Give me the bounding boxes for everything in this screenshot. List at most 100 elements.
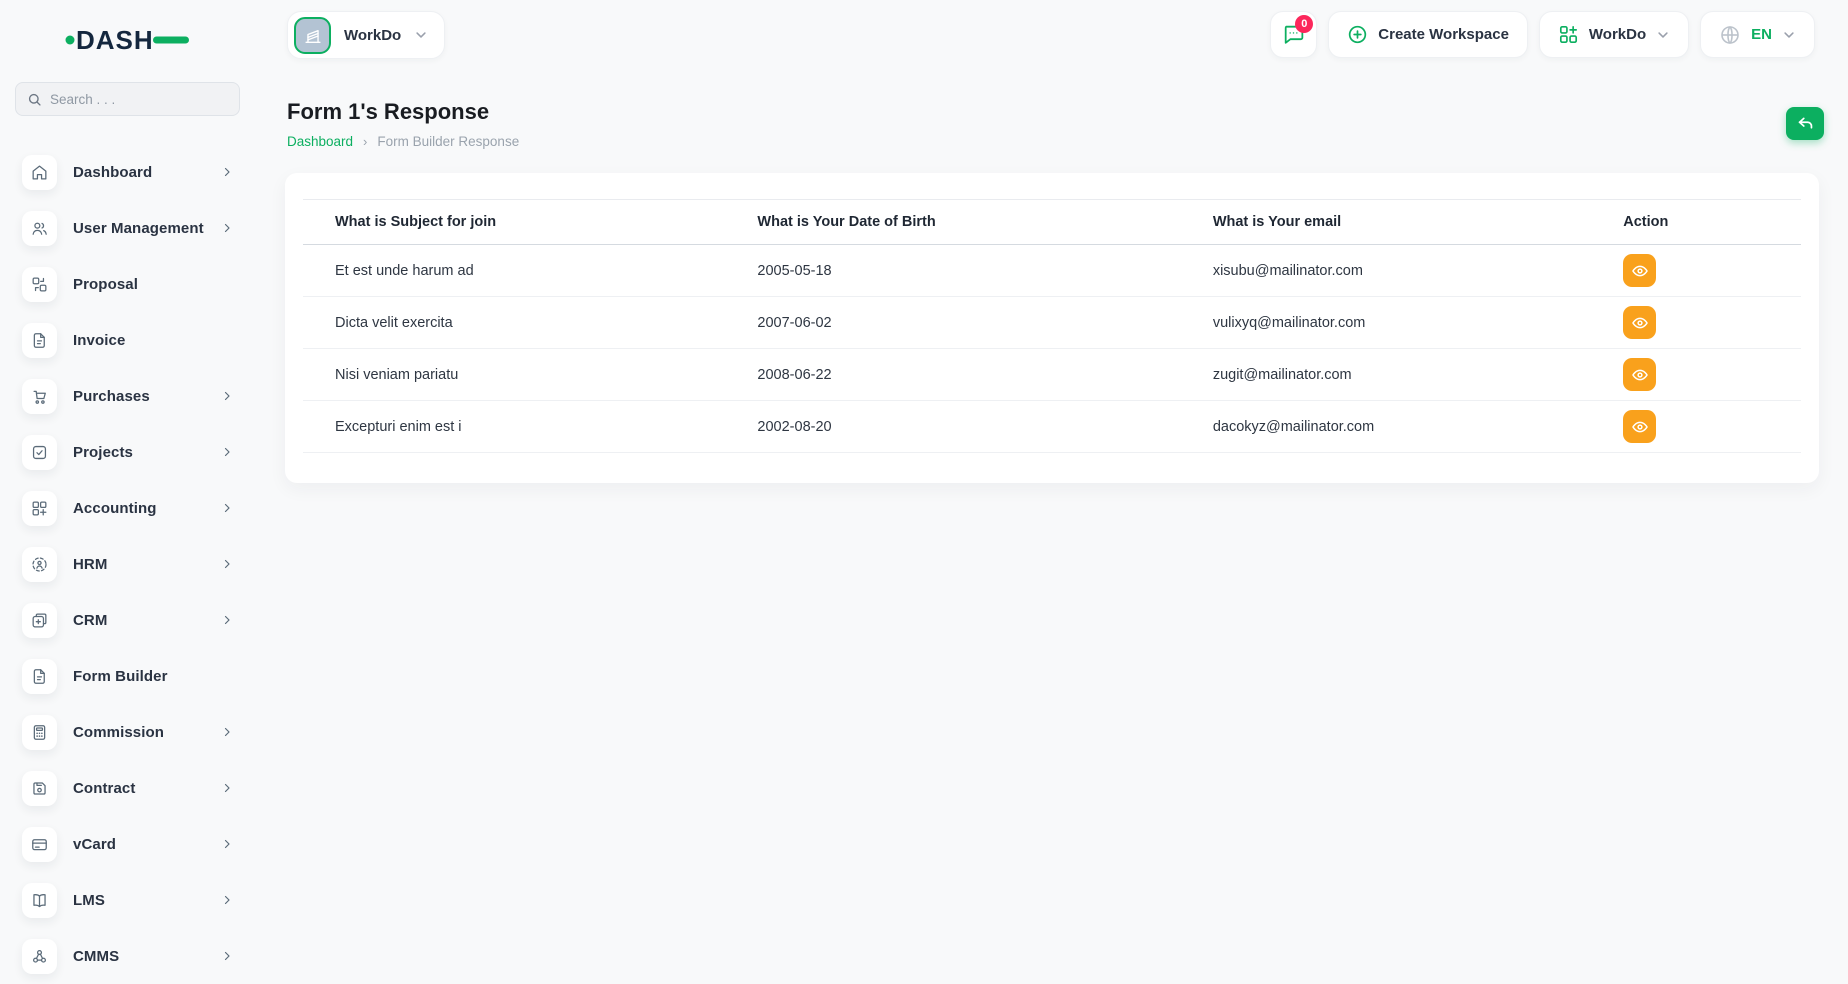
breadcrumb: Dashboard › Form Builder Response xyxy=(287,134,1815,149)
col-header-dob: What is Your Date of Birth xyxy=(725,200,1180,245)
eye-icon xyxy=(1631,262,1649,280)
users-icon xyxy=(30,219,49,238)
page-title: Form 1's Response xyxy=(287,99,1815,125)
cell-action xyxy=(1591,297,1801,349)
cmms-icon xyxy=(30,947,49,966)
sidebar-item-commission[interactable]: Commission xyxy=(0,704,255,760)
table-row: Nisi veniam pariatu 2008-06-22 zugit@mai… xyxy=(303,349,1801,401)
table-row: Dicta velit exercita 2007-06-02 vulixyq@… xyxy=(303,297,1801,349)
eye-icon xyxy=(1631,314,1649,332)
view-response-button[interactable] xyxy=(1623,410,1656,443)
sidebar-item-vcard[interactable]: vCard xyxy=(0,816,255,872)
cell-email: xisubu@mailinator.com xyxy=(1181,245,1591,297)
cell-email: dacokyz@mailinator.com xyxy=(1181,401,1591,453)
view-response-button[interactable] xyxy=(1623,306,1656,339)
messages-badge: 0 xyxy=(1295,15,1313,33)
hrm-icon xyxy=(30,555,49,574)
chevron-down-icon xyxy=(1656,28,1670,42)
view-response-button[interactable] xyxy=(1623,358,1656,391)
form-builder-icon xyxy=(30,667,49,686)
cell-subject: Et est unde harum ad xyxy=(303,245,725,297)
chevron-right-icon xyxy=(221,502,233,514)
dash-logo-icon: DASH xyxy=(65,24,191,56)
chevron-right-icon xyxy=(221,726,233,738)
sidebar-item-lms[interactable]: LMS xyxy=(0,872,255,928)
sidebar-item-proposal[interactable]: Proposal xyxy=(0,256,255,312)
chevron-right-icon xyxy=(221,446,233,458)
sidebar: DASH Dashboard User Management xyxy=(0,0,255,966)
sidebar-item-projects[interactable]: Projects xyxy=(0,424,255,480)
grid-plus-icon xyxy=(1558,24,1579,45)
chevron-right-icon xyxy=(221,390,233,402)
projects-icon xyxy=(30,443,49,462)
eye-icon xyxy=(1631,366,1649,384)
back-button[interactable] xyxy=(1786,107,1824,140)
sidebar-item-form-builder[interactable]: Form Builder xyxy=(0,648,255,704)
sidebar-menu: Dashboard User Management Proposal xyxy=(0,144,255,984)
view-response-button[interactable] xyxy=(1623,254,1656,287)
col-header-subject: What is Subject for join xyxy=(303,200,725,245)
globe-icon xyxy=(1719,24,1741,46)
svg-text:DASH: DASH xyxy=(76,25,154,55)
crm-icon xyxy=(30,611,49,630)
chevron-right-icon xyxy=(221,222,233,234)
sidebar-item-invoice[interactable]: Invoice xyxy=(0,312,255,368)
breadcrumb-dashboard-link[interactable]: Dashboard xyxy=(287,134,353,149)
chevron-down-icon xyxy=(1782,28,1796,42)
search-input[interactable] xyxy=(50,92,228,107)
chevron-right-icon xyxy=(221,614,233,626)
sidebar-item-crm[interactable]: CRM xyxy=(0,592,255,648)
messages-button[interactable]: 0 xyxy=(1270,11,1317,58)
col-header-action: Action xyxy=(1591,200,1801,245)
cell-subject: Excepturi enim est i xyxy=(303,401,725,453)
sidebar-item-purchases[interactable]: Purchases xyxy=(0,368,255,424)
breadcrumb-separator: › xyxy=(363,134,367,149)
responses-tbody: Et est unde harum ad 2005-05-18 xisubu@m… xyxy=(303,245,1801,453)
sidebar-item-hrm[interactable]: HRM xyxy=(0,536,255,592)
cell-dob: 2008-06-22 xyxy=(725,349,1180,401)
page-head: Form 1's Response Dashboard › Form Build… xyxy=(287,99,1815,149)
invoice-icon xyxy=(30,331,49,350)
cell-email: vulixyq@mailinator.com xyxy=(1181,297,1591,349)
sidebar-item-dashboard[interactable]: Dashboard xyxy=(0,144,255,200)
language-dropdown[interactable]: EN xyxy=(1700,11,1815,58)
table-header-row: What is Subject for join What is Your Da… xyxy=(303,200,1801,245)
building-icon xyxy=(302,24,324,46)
col-header-email: What is Your email xyxy=(1181,200,1591,245)
chevron-down-icon xyxy=(414,28,428,42)
eye-icon xyxy=(1631,418,1649,436)
plus-circle-icon xyxy=(1347,24,1368,45)
table-row: Et est unde harum ad 2005-05-18 xisubu@m… xyxy=(303,245,1801,297)
workspace-avatar xyxy=(294,17,331,54)
main-area: WorkDo 0 Create Workspace xyxy=(255,0,1848,966)
chevron-right-icon xyxy=(221,838,233,850)
dash-logo[interactable]: DASH xyxy=(0,22,255,58)
sidebar-search xyxy=(15,82,240,116)
sidebar-item-contract[interactable]: Contract xyxy=(0,760,255,816)
cell-subject: Dicta velit exercita xyxy=(303,297,725,349)
chevron-right-icon xyxy=(221,894,233,906)
contract-icon xyxy=(30,779,49,798)
topbar-actions: 0 Create Workspace WorkDo xyxy=(1270,11,1815,58)
sidebar-item-user-management[interactable]: User Management xyxy=(0,200,255,256)
responses-card: What is Subject for join What is Your Da… xyxy=(285,173,1819,483)
create-workspace-button[interactable]: Create Workspace xyxy=(1328,11,1528,58)
sidebar-item-cmms[interactable]: CMMS xyxy=(0,928,255,984)
topbar: WorkDo 0 Create Workspace xyxy=(255,0,1848,59)
sidebar-item-accounting[interactable]: Accounting xyxy=(0,480,255,536)
cart-icon xyxy=(30,387,49,406)
search-icon xyxy=(27,92,42,107)
cell-subject: Nisi veniam pariatu xyxy=(303,349,725,401)
cell-dob: 2007-06-02 xyxy=(725,297,1180,349)
workspace-switcher[interactable]: WorkDo xyxy=(287,11,445,59)
chevron-right-icon xyxy=(221,782,233,794)
cell-email: zugit@mailinator.com xyxy=(1181,349,1591,401)
cell-dob: 2002-08-20 xyxy=(725,401,1180,453)
workspace-dropdown[interactable]: WorkDo xyxy=(1539,11,1689,58)
cell-action xyxy=(1591,245,1801,297)
cell-dob: 2005-05-18 xyxy=(725,245,1180,297)
cell-action xyxy=(1591,349,1801,401)
chevron-right-icon xyxy=(221,558,233,570)
table-row: Excepturi enim est i 2002-08-20 dacokyz@… xyxy=(303,401,1801,453)
chevron-right-icon xyxy=(221,166,233,178)
